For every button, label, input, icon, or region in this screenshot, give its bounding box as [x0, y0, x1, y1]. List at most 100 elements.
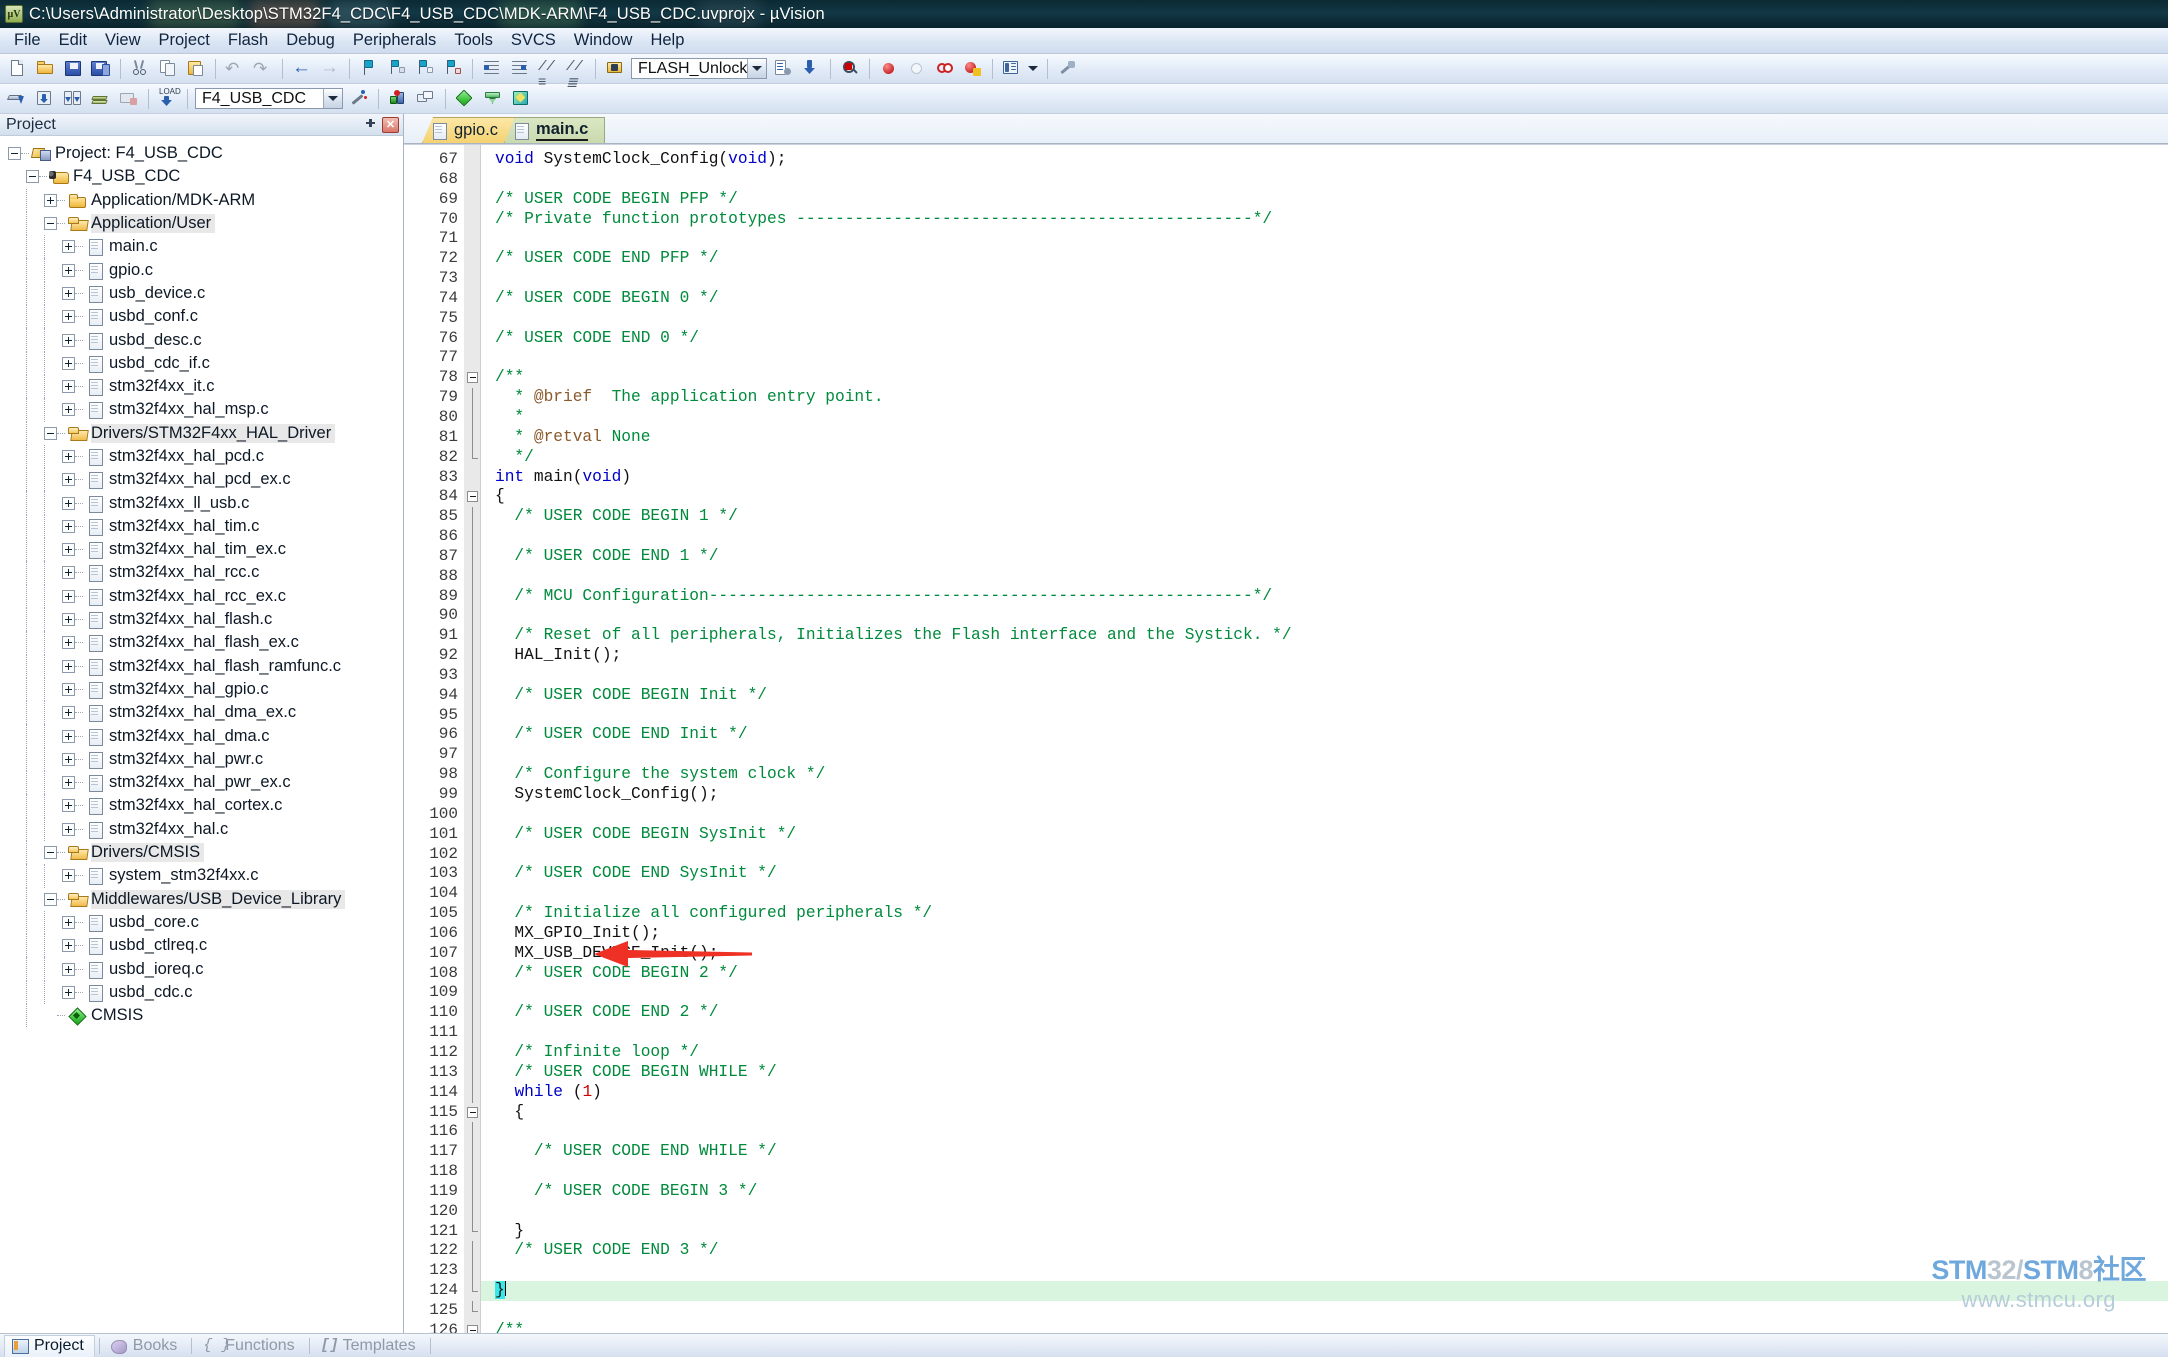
chevron-down-icon[interactable]	[747, 59, 766, 78]
code-line[interactable]	[481, 1023, 2168, 1043]
menu-edit[interactable]: Edit	[50, 28, 96, 53]
uncomment-icon[interactable]: //≣	[563, 57, 589, 92]
tree-node[interactable]: stm32f4xx_hal_tim.c	[0, 514, 403, 539]
code-line[interactable]	[481, 706, 2168, 726]
code-line[interactable]: /* USER CODE END PFP */	[481, 249, 2168, 269]
code-line[interactable]: /* Configure the system clock */	[481, 765, 2168, 785]
editor-tab-gpio-c[interactable]: gpio.c	[422, 117, 516, 143]
tree-node[interactable]: gpio.c	[0, 258, 403, 282]
outdent-icon[interactable]	[507, 57, 533, 81]
expand-toggle-icon[interactable]	[62, 915, 75, 929]
menu-svcs[interactable]: SVCS	[502, 28, 565, 53]
breakpoint-disabled-icon[interactable]	[904, 57, 930, 81]
expand-toggle-icon[interactable]	[44, 193, 57, 207]
fold-collapse-box[interactable]	[467, 1324, 478, 1333]
collapse-toggle-icon[interactable]	[44, 426, 57, 440]
expand-toggle-icon[interactable]	[62, 566, 75, 580]
tree-node[interactable]: usbd_core.c	[0, 910, 403, 935]
target-combo[interactable]: F4_USB_CDC	[195, 88, 343, 109]
expand-toggle-icon[interactable]	[62, 380, 75, 394]
code-line[interactable]	[481, 805, 2168, 825]
expand-toggle-icon[interactable]	[62, 659, 75, 673]
code-line[interactable]: /* USER CODE BEGIN SysInit */	[481, 825, 2168, 845]
expand-toggle-icon[interactable]	[62, 310, 75, 324]
open-function-icon[interactable]	[602, 57, 628, 81]
translate-icon[interactable]	[4, 87, 30, 111]
code-line[interactable]: * @brief The application entry point.	[481, 388, 2168, 408]
code-line[interactable]: /* USER CODE END 3 */	[481, 1241, 2168, 1261]
code-line[interactable]	[481, 567, 2168, 587]
code-line[interactable]: /* Reset of all peripherals, Initializes…	[481, 626, 2168, 646]
code-line[interactable]: MX_USB_DEVICE_Init();	[481, 944, 2168, 964]
expand-toggle-icon[interactable]	[62, 613, 75, 627]
new-file-icon[interactable]	[4, 57, 30, 81]
expand-toggle-icon[interactable]	[62, 543, 75, 557]
pin-icon[interactable]	[361, 116, 379, 133]
tree-node[interactable]: stm32f4xx_hal_msp.c	[0, 398, 403, 422]
fold-row[interactable]	[464, 1321, 480, 1333]
navigate-back-icon[interactable]: ←	[289, 57, 315, 81]
expand-toggle-icon[interactable]	[62, 450, 75, 463]
bookmark-clear-icon[interactable]	[440, 57, 466, 81]
code-line[interactable]: /* USER CODE END 2 */	[481, 1003, 2168, 1023]
project-tree[interactable]: Project: F4_USB_CDC F4_USB_CDC Application…	[0, 136, 403, 1333]
collapse-toggle-icon[interactable]	[44, 892, 57, 906]
expand-toggle-icon[interactable]	[62, 519, 75, 533]
navigate-forward-icon[interactable]: →	[317, 57, 343, 81]
code-line[interactable]: /* USER CODE END WHILE */	[481, 1142, 2168, 1162]
menu-debug[interactable]: Debug	[277, 28, 344, 53]
tree-node[interactable]: stm32f4xx_hal_pwr_ex.c	[0, 771, 403, 795]
code-line[interactable]: /* USER CODE BEGIN 1 */	[481, 507, 2168, 527]
code-line[interactable]	[481, 1162, 2168, 1182]
code-line[interactable]	[481, 745, 2168, 765]
code-line[interactable]	[481, 348, 2168, 368]
code-line[interactable]	[481, 1261, 2168, 1281]
code-line[interactable]	[481, 1122, 2168, 1142]
tree-node[interactable]: main.c	[0, 235, 403, 259]
expand-toggle-icon[interactable]	[62, 752, 75, 766]
code-line[interactable]: /* USER CODE BEGIN 0 */	[481, 289, 2168, 309]
bottom-tab-project[interactable]: Project	[4, 1334, 95, 1357]
tree-node[interactable]: usb_device.c	[0, 281, 403, 306]
menu-peripherals[interactable]: Peripherals	[344, 28, 445, 53]
function-combo[interactable]: FLASH_Unlock	[631, 58, 767, 79]
menu-flash[interactable]: Flash	[219, 28, 277, 53]
cut-icon[interactable]	[127, 57, 153, 81]
code-line[interactable]	[481, 229, 2168, 249]
batch-build-icon[interactable]	[88, 87, 114, 111]
tree-node[interactable]: usbd_cdc_if.c	[0, 351, 403, 375]
menu-help[interactable]: Help	[641, 28, 693, 53]
code-line[interactable]: MX_GPIO_Init();	[481, 924, 2168, 944]
tree-node[interactable]: stm32f4xx_ll_usb.c	[0, 491, 403, 515]
build-icon[interactable]	[32, 87, 58, 111]
bookmark-prev-icon[interactable]	[384, 57, 410, 81]
tree-node[interactable]: usbd_desc.c	[0, 328, 403, 352]
expand-toggle-icon[interactable]	[62, 473, 75, 487]
multi-project-icon[interactable]	[413, 87, 439, 111]
code-line[interactable]: /* Initialize all configured peripherals…	[481, 904, 2168, 924]
fold-row[interactable]	[464, 487, 480, 507]
code-line[interactable]: /* Infinite loop */	[481, 1043, 2168, 1063]
menu-window[interactable]: Window	[565, 28, 642, 53]
expand-toggle-icon[interactable]	[62, 939, 75, 953]
expand-toggle-icon[interactable]	[62, 729, 75, 743]
tree-node[interactable]: stm32f4xx_hal_flash_ex.c	[0, 631, 403, 655]
expand-toggle-icon[interactable]	[62, 636, 75, 650]
tree-node[interactable]: usbd_cdc.c	[0, 980, 403, 1004]
tree-node[interactable]: F4_USB_CDC	[0, 165, 403, 188]
menu-file[interactable]: File	[5, 28, 50, 53]
load-icon[interactable]: LOAD	[155, 87, 181, 111]
tree-node[interactable]: usbd_ioreq.c	[0, 957, 403, 981]
code-line[interactable]: HAL_Init();	[481, 646, 2168, 666]
tree-node[interactable]: stm32f4xx_hal_pwr.c	[0, 747, 403, 772]
code-line[interactable]: }	[481, 1222, 2168, 1242]
manage-project-items-icon[interactable]	[385, 87, 411, 111]
code-line[interactable]	[481, 884, 2168, 904]
code-line[interactable]: /* USER CODE END SysInit */	[481, 864, 2168, 884]
code-line-current[interactable]: }	[481, 1281, 2168, 1301]
copy-icon[interactable]	[155, 57, 181, 81]
code-line[interactable]: * @retval None	[481, 428, 2168, 448]
collapse-toggle-icon[interactable]	[44, 217, 57, 231]
tree-node[interactable]: Application/MDK-ARM	[0, 188, 403, 212]
expand-toggle-icon[interactable]	[62, 496, 75, 510]
